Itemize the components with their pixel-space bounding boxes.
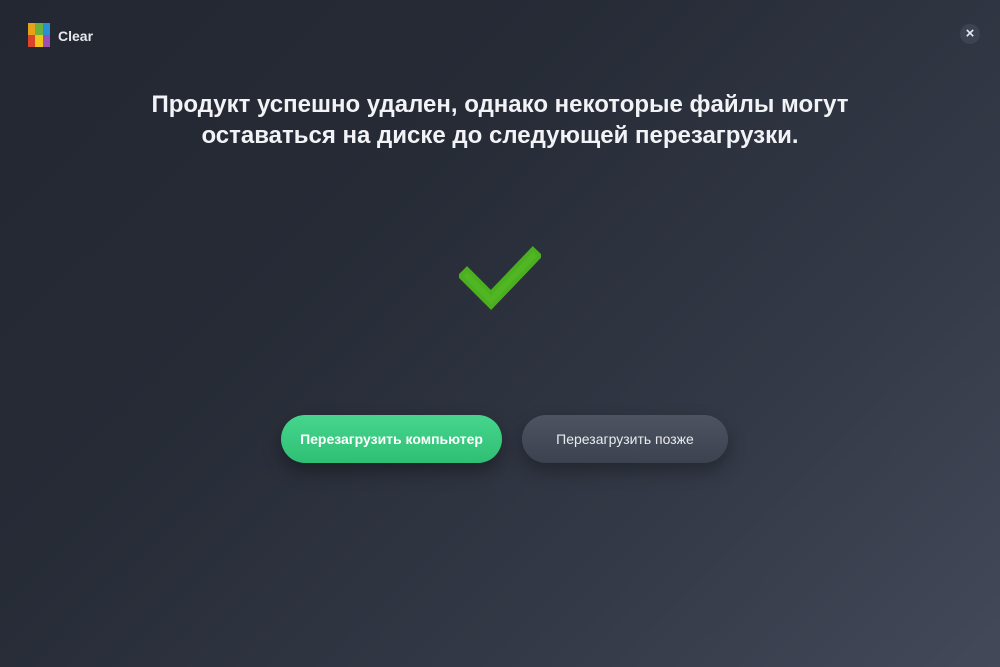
app-title: Clear (58, 28, 94, 44)
title-bar: Clear × (0, 0, 1000, 70)
restart-later-button[interactable]: Перезагрузить позже (522, 415, 728, 463)
message-line-2: оставаться на диске до следующей перезаг… (201, 122, 799, 149)
close-button[interactable]: × (960, 24, 980, 44)
restart-now-button[interactable]: Перезагрузить компьютер (281, 415, 502, 463)
avg-logo-icon (28, 23, 50, 47)
checkmark-icon (459, 246, 541, 311)
message-line-1: Продукт успешно удален, однако некоторые… (151, 91, 849, 118)
uninstall-message: Продукт успешно удален, однако некоторые… (100, 89, 900, 151)
close-icon: × (965, 25, 975, 42)
